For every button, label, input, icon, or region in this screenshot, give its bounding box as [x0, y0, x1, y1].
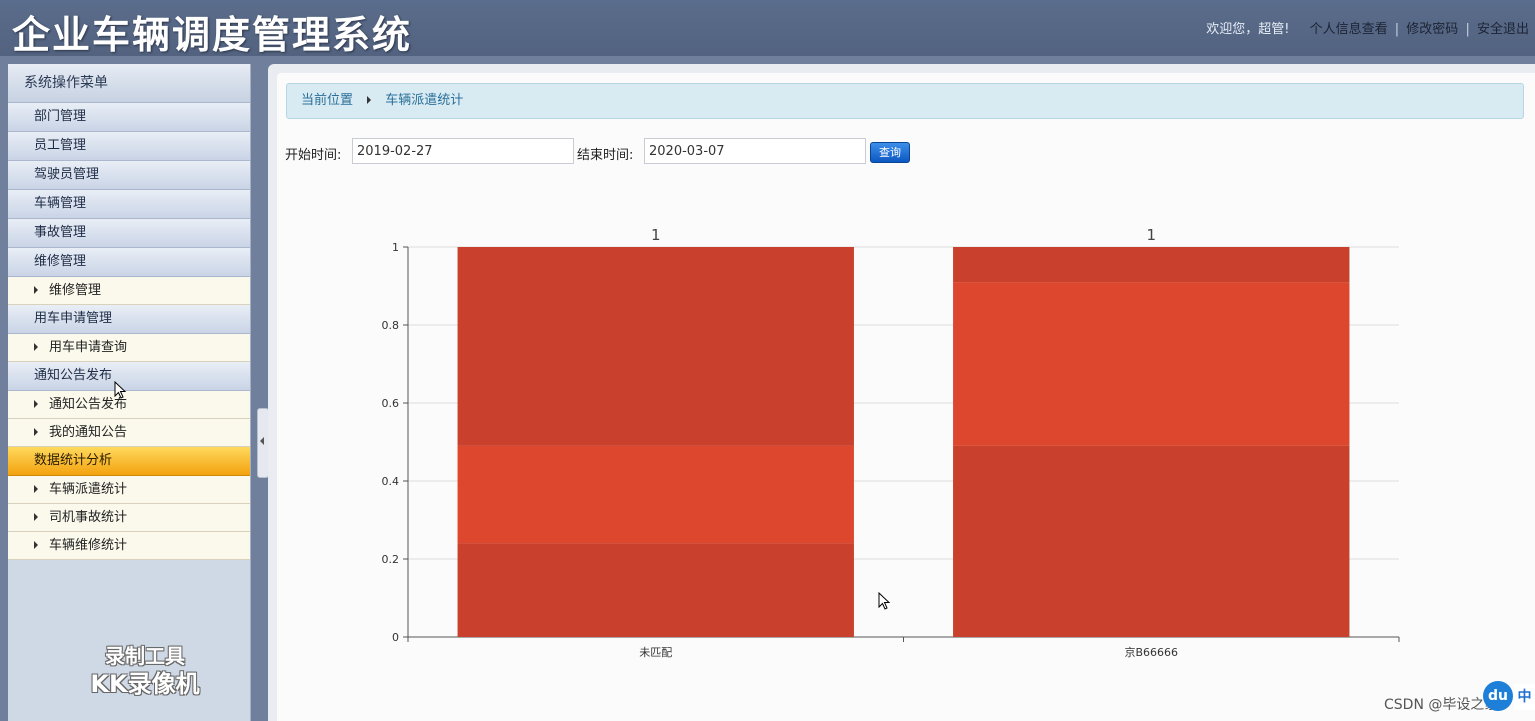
bar-segment	[953, 445, 1350, 637]
sidebar-item[interactable]: 用车申请查询	[8, 334, 250, 362]
sidebar-category[interactable]: 员工管理	[8, 132, 250, 161]
app-title: 企业车辆调度管理系统	[12, 12, 413, 57]
header-links: 欢迎您，超管! 个人信息查看 | 修改密码 | 安全退出	[1206, 18, 1529, 37]
language-badge[interactable]: 中	[1514, 684, 1535, 710]
bar-segment	[457, 445, 854, 544]
y-tick-label: 0.2	[382, 553, 400, 566]
sidebar-item[interactable]: 司机事故统计	[8, 504, 250, 532]
bar-total-label: 1	[651, 226, 661, 244]
recorder-watermark: 录制工具 KK录像机	[70, 642, 220, 698]
sidebar-item-label: 通知公告发布	[34, 368, 113, 383]
bar-segment	[457, 543, 854, 637]
x-tick-label: 未匹配	[639, 646, 672, 659]
sidebar-item[interactable]: 通知公告发布	[8, 391, 250, 419]
dispatch-stats-chart: 0 0.2 0.4 0.6 0.8 1 1 未匹配 1 京B66666	[382, 226, 1400, 659]
bar-segment	[457, 247, 854, 446]
y-tick-label: 1	[392, 241, 399, 254]
sidebar-category[interactable]: 驾驶员管理	[8, 161, 250, 190]
bar-segment	[953, 247, 1350, 283]
y-tick-label: 0	[392, 631, 399, 644]
sidebar-item-label: 车辆管理	[34, 196, 87, 211]
sidebar-item-label: 司机事故统计	[49, 510, 128, 525]
sidebar-item-label: 数据统计分析	[34, 453, 113, 468]
sidebar-item-label: 车辆维修统计	[49, 538, 128, 553]
sidebar-category[interactable]: 事故管理	[8, 219, 250, 248]
sidebar-category[interactable]: 维修管理	[8, 248, 250, 277]
collapse-arrow-icon	[260, 437, 264, 445]
caret-right-icon	[34, 485, 38, 493]
logout-link[interactable]: 安全退出	[1477, 22, 1529, 37]
watermark-line1: 录制工具	[105, 644, 185, 668]
y-tick-label: 0.8	[382, 319, 400, 332]
sidebar-item[interactable]: 车辆派遣统计	[8, 476, 250, 504]
sidebar-category[interactable]: 用车申请管理	[8, 305, 250, 334]
bar-total-label: 1	[1146, 226, 1156, 244]
caret-right-icon	[34, 286, 38, 294]
sidebar-category[interactable]: 通知公告发布	[8, 362, 250, 391]
sidebar-item-label: 维修管理	[49, 283, 102, 298]
mouse-cursor-icon	[878, 592, 891, 610]
x-tick-label: 京B66666	[1124, 645, 1178, 659]
sidebar-item[interactable]: 车辆维修统计	[8, 532, 250, 560]
caret-right-icon	[34, 428, 38, 436]
caret-right-icon	[34, 541, 38, 549]
sidebar-item-label: 车辆派遣统计	[49, 482, 128, 497]
sidebar-item-label: 用车申请查询	[49, 340, 128, 355]
y-tick-label: 0.4	[382, 475, 400, 488]
watermark-line2: KK录像机	[90, 670, 200, 698]
y-tick-label: 0.6	[382, 397, 400, 410]
link-separator: |	[1394, 22, 1400, 37]
sidebar-item-label: 维修管理	[34, 254, 87, 269]
sidebar-menu: 部门管理 员工管理 驾驶员管理 车辆管理 事故管理 维修管理 维修管理 用车申请管理 用车申请查…	[8, 103, 250, 560]
sidebar: 系统操作菜单 部门管理 员工管理 驾驶员管理 车辆管理 事故管理 维修管理 维修管理 用车申请…	[8, 64, 251, 721]
main-content: 当前位置 车辆派遣统计 开始时间: 结束时间: 查询 00.20.40.60.8…	[277, 73, 1535, 721]
sidebar-category[interactable]: 数据统计分析	[8, 447, 250, 476]
bar-segment	[953, 282, 1350, 446]
caret-right-icon	[34, 343, 38, 351]
mouse-cursor-icon	[114, 381, 127, 399]
change-password-link[interactable]: 修改密码	[1406, 22, 1458, 37]
assistant-badge[interactable]: du	[1483, 681, 1513, 711]
sidebar-item[interactable]: 我的通知公告	[8, 419, 250, 447]
sidebar-item-label: 我的通知公告	[49, 425, 128, 440]
profile-link[interactable]: 个人信息查看	[1310, 22, 1388, 37]
sidebar-item-label: 部门管理	[34, 109, 87, 124]
csdn-watermark: CSDN @毕设之家	[1384, 697, 1499, 713]
sidebar-category[interactable]: 车辆管理	[8, 190, 250, 219]
sidebar-item-label: 用车申请管理	[34, 311, 113, 326]
link-separator: |	[1465, 22, 1470, 37]
app-header: 企业车辆调度管理系统 欢迎您，超管! 个人信息查看 | 修改密码 | 安全退出	[0, 0, 1535, 57]
sidebar-item[interactable]: 维修管理	[8, 277, 250, 305]
caret-right-icon	[34, 400, 38, 408]
welcome-text: 欢迎您，超管!	[1206, 22, 1290, 37]
sidebar-item-label: 员工管理	[34, 138, 87, 153]
sidebar-category[interactable]: 部门管理	[8, 103, 250, 132]
sidebar-title: 系统操作菜单	[8, 64, 250, 103]
sidebar-item-label: 事故管理	[34, 225, 87, 240]
caret-right-icon	[34, 513, 38, 521]
sidebar-item-label: 驾驶员管理	[34, 167, 100, 182]
